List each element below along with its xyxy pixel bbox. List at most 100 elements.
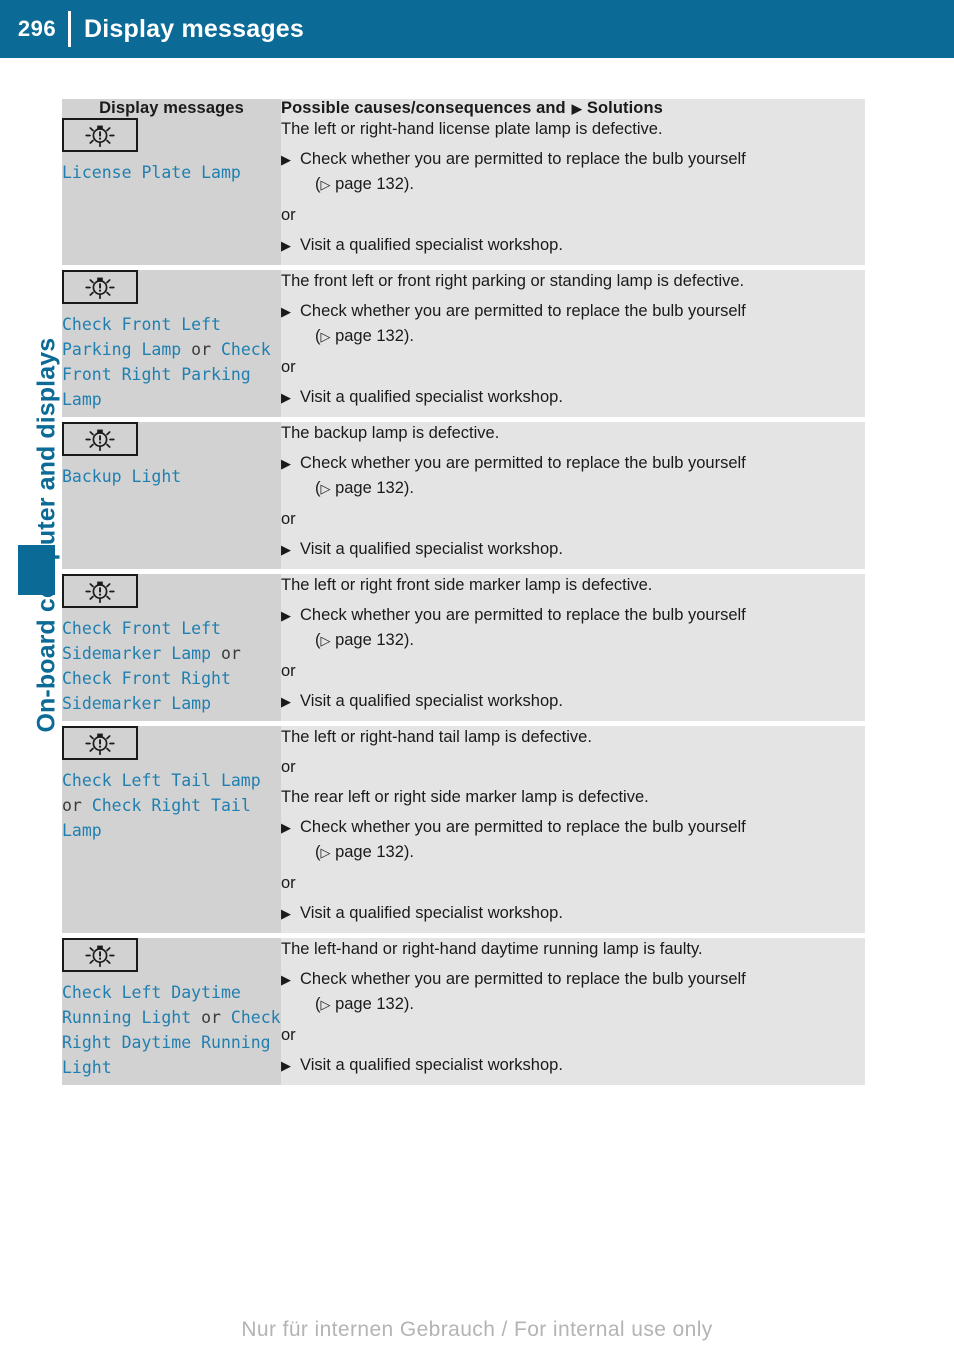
page-reference-text[interactable]: page 132). [331, 631, 414, 649]
chapter-tab-marker [18, 545, 55, 595]
page-reference-arrow-icon: ▷ [320, 997, 331, 1012]
page-reference-text[interactable]: page 132). [331, 479, 414, 497]
solution-step-text: Check whether you are permitted to repla… [300, 454, 746, 472]
solution-bullet-icon: ▶ [281, 542, 291, 557]
chapter-sidebar: On-board computer and displays [0, 58, 62, 1238]
solution-bullet-icon: ▶ [281, 304, 291, 319]
page-reference: (▷ page 132). [281, 993, 865, 1016]
solution-bullet-icon: ▶ [281, 238, 291, 253]
table-row: License Plate Lamp The left or right-hand… [62, 118, 865, 265]
page-reference: (▷ page 132). [281, 629, 865, 652]
solution-step: ▶ Check whether you are permitted to repl… [281, 968, 865, 991]
table-head: Display messages Possible causes/consequ… [62, 99, 865, 118]
solution-step-text: Visit a qualified specialist workshop. [300, 540, 563, 558]
solution-bullet-icon: ▶ [281, 906, 291, 921]
display-message-text: License Plate Lamp [62, 160, 281, 185]
solution-step: ▶ Visit a qualified specialist workshop. [281, 234, 865, 257]
chapter-label: On-board computer and displays [32, 337, 61, 733]
lamp-defect-glyph [85, 125, 115, 148]
display-message-text: Check Left Tail Lamp or Check Right Tail… [62, 768, 281, 843]
page-reference: (▷ page 132). [281, 477, 865, 500]
solution-step: ▶ Visit a qualified specialist workshop. [281, 1054, 865, 1077]
page-reference: (▷ page 132). [281, 841, 865, 864]
solution-bullet-icon: ▶ [281, 694, 291, 709]
display-message-cell: Check Front Left Sidemarker Lamp or Chec… [62, 574, 281, 721]
table-row: Check Front Left Sidemarker Lamp or Chec… [62, 574, 865, 721]
solution-step: ▶ Visit a qualified specialist workshop. [281, 538, 865, 561]
cause-text: The left-hand or right-hand daytime runn… [281, 940, 703, 958]
display-message-cell: Check Front Left Parking Lamp or Check F… [62, 270, 281, 417]
display-message-cell: Check Left Daytime Running Light or Chec… [62, 938, 281, 1085]
page-number: 296 [17, 16, 57, 41]
lamp-defect-icon [62, 938, 138, 972]
solution-bullet-icon: ▶ [281, 456, 291, 471]
solution-step-text: Visit a qualified specialist workshop. [300, 1056, 563, 1074]
solution-bullet-icon: ▶ [281, 608, 291, 623]
page-reference-text[interactable]: page 132). [331, 843, 414, 861]
cause-solution-cell: The left or right front side marker lamp… [281, 574, 865, 721]
solution-step: ▶ Visit a qualified specialist workshop. [281, 690, 865, 713]
solution-or-separator: or [281, 206, 296, 224]
table-row: Check Front Left Parking Lamp or Check F… [62, 270, 865, 417]
solution-step-text: Check whether you are permitted to repla… [300, 818, 746, 836]
solution-bullet-icon: ▶ [281, 152, 291, 167]
message-token: Check Front Left Sidemarker Lamp [62, 619, 221, 663]
solution-bullet-icon: ▶ [281, 820, 291, 835]
page-reference-text[interactable]: page 132). [331, 175, 414, 193]
message-conjunction: or [220, 644, 241, 663]
solution-step-text: Check whether you are permitted to repla… [300, 302, 746, 320]
solution-step-text: Check whether you are permitted to repla… [300, 150, 746, 168]
lamp-defect-glyph [85, 277, 115, 300]
page-header-bar: 296 Display messages [0, 0, 954, 58]
column-header-right-label-pre: Possible causes/consequences and [281, 99, 566, 117]
solution-bullet-icon: ▶ [281, 972, 291, 987]
cause-solution-cell: The left-hand or right-hand daytime runn… [281, 938, 865, 1085]
solution-step: ▶ Check whether you are permitted to repl… [281, 604, 865, 627]
display-message-cell: Check Left Tail Lamp or Check Right Tail… [62, 726, 281, 933]
solution-or-separator: or [281, 874, 296, 892]
lamp-defect-glyph [85, 429, 115, 452]
page-reference-arrow-icon: ▷ [320, 481, 331, 496]
table-header-row: Display messages Possible causes/consequ… [62, 99, 865, 118]
lamp-defect-glyph [85, 733, 115, 756]
lamp-defect-icon [62, 118, 138, 152]
display-message-cell: Backup Light [62, 422, 281, 569]
solution-step: ▶ Check whether you are permitted to repl… [281, 452, 865, 475]
cause-text: The left or right-hand tail lamp is defe… [281, 728, 592, 746]
solution-step: ▶ Check whether you are permitted to repl… [281, 816, 865, 839]
cause-solution-cell: The left or right-hand license plate lam… [281, 118, 865, 265]
footer-watermark: Nur für internen Gebrauch / For internal… [241, 1318, 713, 1341]
lamp-defect-icon [62, 726, 138, 760]
cause-or-separator: or [281, 758, 296, 776]
display-message-text: Check Front Left Parking Lamp or Check F… [62, 312, 281, 412]
solution-or-separator: or [281, 510, 296, 528]
display-message-cell: License Plate Lamp [62, 118, 281, 265]
solution-step: ▶ Visit a qualified specialist workshop. [281, 386, 865, 409]
table-row: Check Left Daytime Running Light or Chec… [62, 938, 865, 1085]
page-reference-text[interactable]: page 132). [331, 995, 414, 1013]
page-reference: (▷ page 132). [281, 173, 865, 196]
cause-solution-cell: The front left or front right parking or… [281, 270, 865, 417]
cause-text: The left or right front side marker lamp… [281, 576, 653, 594]
display-message-text: Check Left Daytime Running Light or Chec… [62, 980, 281, 1080]
message-conjunction: or [201, 1008, 231, 1027]
message-conjunction: or [191, 340, 221, 359]
page-reference-text[interactable]: page 132). [331, 327, 414, 345]
table-row: Backup Light The backup lamp is defective… [62, 422, 865, 569]
cause-solution-cell: The left or right-hand tail lamp is defe… [281, 726, 865, 933]
column-header-solutions: Possible causes/consequences and ▶ Solutio… [281, 99, 865, 118]
solution-step: ▶ Visit a qualified specialist workshop. [281, 902, 865, 925]
lamp-defect-icon [62, 574, 138, 608]
lamp-defect-icon [62, 270, 138, 304]
solution-step-text: Visit a qualified specialist workshop. [300, 236, 563, 254]
page-reference-arrow-icon: ▷ [320, 329, 331, 344]
page-reference-arrow-icon: ▷ [320, 633, 331, 648]
column-header-display-messages: Display messages [62, 99, 281, 118]
solution-or-separator: or [281, 1026, 296, 1044]
message-conjunction: or [62, 796, 92, 815]
column-header-right-label-post: Solutions [586, 99, 663, 117]
solution-step: ▶ Check whether you are permitted to repl… [281, 148, 865, 171]
display-messages-table: Display messages Possible causes/consequ… [62, 99, 865, 1085]
display-message-text: Backup Light [62, 464, 281, 489]
solution-or-separator: or [281, 358, 296, 376]
